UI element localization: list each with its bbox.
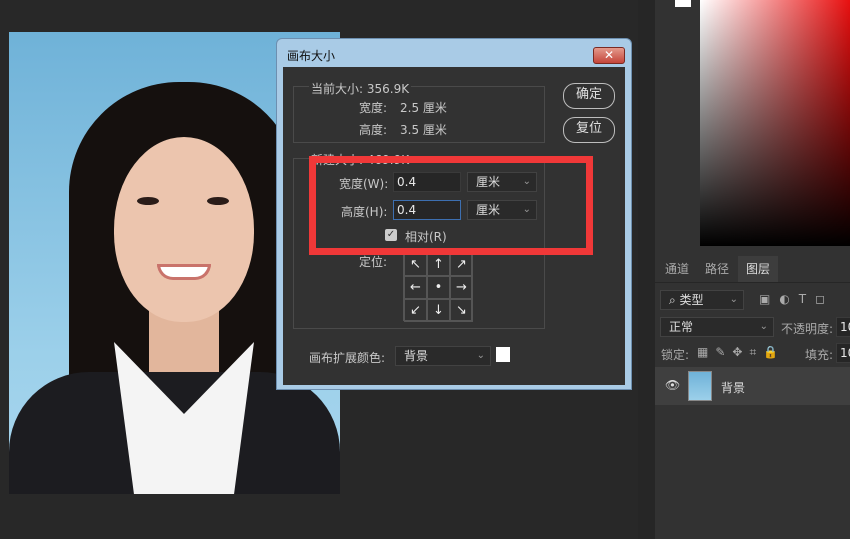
anchor-bottom[interactable]: ↓: [427, 299, 450, 322]
highlight-box: [309, 156, 593, 255]
color-swatch[interactable]: [675, 0, 691, 7]
chevron-down-icon: ⌄: [729, 294, 738, 305]
anchor-grid[interactable]: ↖ ↑ ↗ ← • → ↙ ↓ ↘: [403, 252, 473, 322]
extension-color-label: 画布扩展颜色:: [309, 351, 386, 365]
anchor-left[interactable]: ←: [404, 276, 427, 299]
tab-channels[interactable]: 通道: [657, 256, 697, 282]
ok-button[interactable]: 确定: [563, 83, 615, 109]
panel-divider: [638, 0, 655, 539]
dialog-title: 画布大小: [287, 49, 336, 63]
layer-thumbnail: [688, 371, 712, 401]
layer-name: 背景: [721, 381, 746, 395]
anchor-top-left[interactable]: ↖: [404, 253, 427, 276]
anchor-label: 定位:: [359, 255, 388, 269]
extension-color-select[interactable]: 背景 ⌄: [395, 346, 491, 366]
close-button[interactable]: ✕: [593, 47, 625, 64]
tab-layers[interactable]: 图层: [738, 256, 778, 282]
anchor-top-right[interactable]: ↗: [450, 253, 473, 276]
current-width-label: 宽度:: [359, 101, 388, 115]
filter-icons[interactable]: ▣◐T◻: [759, 292, 834, 306]
anchor-center[interactable]: •: [427, 276, 450, 299]
anchor-bottom-right[interactable]: ↘: [450, 299, 473, 322]
opacity-label: 不透明度:: [781, 322, 834, 336]
lock-label: 锁定:: [661, 348, 690, 362]
reset-button[interactable]: 复位: [563, 117, 615, 143]
current-width-value: 2.5 厘米: [400, 101, 447, 115]
blend-mode-select[interactable]: 正常 ⌄: [660, 317, 774, 337]
tab-paths[interactable]: 路径: [697, 256, 737, 282]
current-height-label: 高度:: [359, 123, 388, 137]
current-height-value: 3.5 厘米: [400, 123, 447, 137]
current-size-label: 当前大小: 356.9K: [309, 80, 412, 97]
fill-input[interactable]: 10: [836, 343, 850, 363]
search-icon: ⌕: [669, 293, 680, 307]
extension-color-swatch[interactable]: [496, 347, 510, 362]
anchor-top[interactable]: ↑: [427, 253, 450, 276]
anchor-bottom-left[interactable]: ↙: [404, 299, 427, 322]
lock-icons[interactable]: ▦✎✥⌗🔒: [697, 345, 785, 360]
eye-icon[interactable]: 👁: [665, 378, 680, 392]
color-picker-field[interactable]: [700, 0, 850, 246]
layer-row[interactable]: 👁 背景: [655, 367, 850, 405]
opacity-input[interactable]: 10: [836, 317, 850, 337]
fill-label: 填充:: [805, 348, 834, 362]
anchor-right[interactable]: →: [450, 276, 473, 299]
layer-filter-select[interactable]: ⌕ 类型 ⌄: [660, 290, 744, 310]
